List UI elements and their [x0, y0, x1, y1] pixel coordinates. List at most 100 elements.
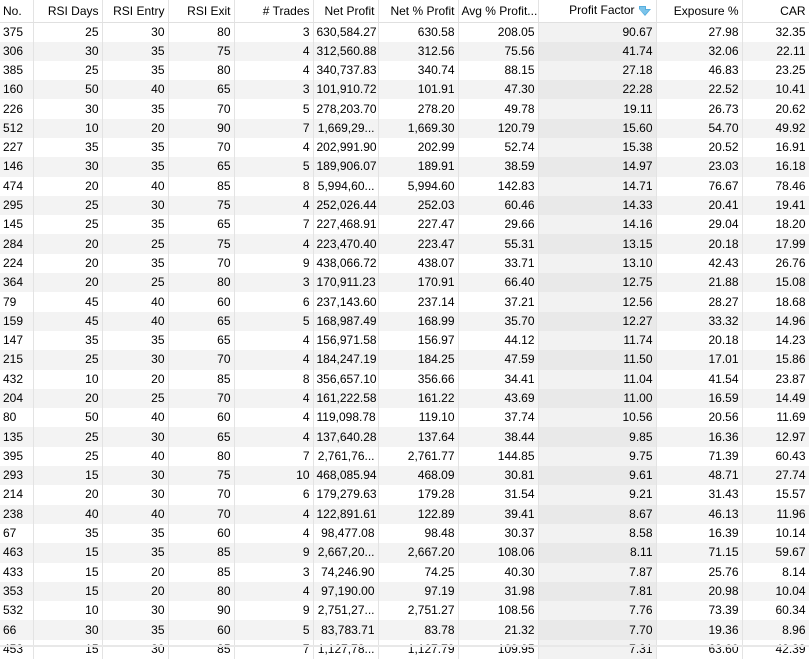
table-cell: 60.46	[458, 195, 539, 216]
table-row[interactable]: 395 25 40 80 7 2,761,76... 2,761.77 144.85 9.75 7…	[0, 446, 809, 467]
table-row[interactable]: 145 25 35 65 7 227,468.91 227.47 29.66 14.16 29.0…	[0, 215, 809, 235]
column-header[interactable]: Profit Factor	[538, 0, 657, 23]
table-cell: 1,127,78...	[313, 639, 379, 659]
table-row[interactable]: 226 30 35 70 5 278,203.70 278.20 49.78 19.11 26.7…	[0, 99, 809, 119]
table-cell: 161.22	[378, 388, 459, 409]
table-row[interactable]: 80 50 40 60 4 119,098.78 119.10 37.74 10.56 20.56…	[0, 408, 809, 428]
table-row[interactable]: 512 10 20 90 7 1,669,29... 1,669.30 120.79 15.60…	[0, 118, 809, 138]
table-cell: 11.69	[742, 408, 809, 428]
column-header[interactable]: CAR	[742, 0, 809, 23]
table-cell: 7	[234, 446, 314, 467]
table-row[interactable]: 214 20 30 70 6 179,279.63 179.28 31.54 9.21 31.43…	[0, 485, 809, 505]
header-row: No. RSI Days RSI Entry RSI Exit # Trades Net …	[0, 0, 809, 23]
table-cell: 15.60	[538, 118, 657, 138]
table-cell: 97.19	[378, 581, 459, 602]
table-row[interactable]: 353 15 20 80 4 97,190.00 97.19 31.98 7.81 20.98 10…	[0, 581, 809, 602]
table-cell: 90.67	[538, 22, 657, 42]
table-row[interactable]: 293 15 30 75 10 468,085.94 468.09 30.81 9.61 48.7…	[0, 466, 809, 486]
table-row[interactable]: 375 25 30 80 3 630,584.27 630.58 208.05 90.67 27.…	[0, 22, 809, 42]
table-cell: 40.30	[458, 562, 539, 582]
table-row[interactable]: 160 50 40 65 3 101,910.72 101.91 47.30 22.28 22.5…	[0, 80, 809, 100]
table-row[interactable]: 147 35 35 65 4 156,971.58 156.97 44.12 11.74 20.1…	[0, 330, 809, 351]
table-cell: 22.52	[656, 80, 743, 100]
table-row[interactable]: 306 30 35 75 4 312,560.88 312.56 75.56 41.74 32.0…	[0, 41, 809, 61]
table-row[interactable]: 385 25 35 80 4 340,737.83 340.74 88.15 27.18 46.8…	[0, 60, 809, 81]
table-row[interactable]: 146 30 35 65 5 189,906.07 189.91 38.59 14.97 23.0…	[0, 157, 809, 177]
table-cell: 85	[168, 562, 235, 582]
column-header[interactable]: No.	[0, 0, 34, 23]
table-cell: 75	[168, 195, 235, 216]
table-cell: 37.74	[458, 408, 539, 428]
table-row[interactable]: 295 25 30 75 4 252,026.44 252.03 60.46 14.33 20.4…	[0, 195, 809, 216]
table-cell: 35	[33, 330, 103, 351]
table-cell: 35	[102, 41, 169, 61]
table-cell: 237,143.60	[313, 292, 379, 312]
table-cell: 16.36	[656, 427, 743, 447]
table-cell: 2,751,27...	[313, 601, 379, 621]
table-row[interactable]: 238 40 40 70 4 122,891.61 122.89 39.41 8.67 46.13…	[0, 504, 809, 524]
table-cell: 80	[168, 273, 235, 293]
table-row[interactable]: 284 20 25 75 4 223,470.40 223.47 55.31 13.15 20.1…	[0, 234, 809, 254]
table-row[interactable]: 433 15 20 85 3 74,246.90 74.25 40.30 7.87 25.76 8.…	[0, 562, 809, 582]
table-row[interactable]: 364 20 25 80 3 170,911.23 170.91 66.40 12.75 21.8…	[0, 273, 809, 293]
table-row[interactable]: 532 10 30 90 9 2,751,27... 2,751.27 108.56 7.76 7…	[0, 601, 809, 621]
table-row[interactable]: 67 35 35 60 4 98,477.08 98.48 30.37 8.58 16.39 10.…	[0, 523, 809, 544]
column-header[interactable]: Avg % Profit...	[458, 0, 539, 23]
table-row[interactable]: 463 15 35 85 9 2,667,20... 2,667.20 108.06 8.11 7…	[0, 543, 809, 563]
table-cell: 40	[102, 408, 169, 428]
table-cell: 25	[33, 215, 103, 235]
column-header-label: # Trades	[262, 3, 310, 18]
table-cell: 46.83	[656, 60, 743, 81]
table-cell: 215	[0, 350, 34, 370]
table-cell: 252,026.44	[313, 195, 379, 216]
table-cell: 474	[0, 176, 34, 196]
column-header[interactable]: RSI Days	[33, 0, 103, 23]
table-cell: 168.99	[378, 311, 459, 331]
table-row[interactable]: 204 20 25 70 4 161,222.58 161.22 43.69 11.00 16.5…	[0, 388, 809, 409]
table-cell: 2,761.77	[378, 446, 459, 467]
column-header[interactable]: RSI Entry	[102, 0, 169, 23]
table-cell: 3	[234, 562, 314, 582]
column-header[interactable]: Net % Profit	[378, 0, 459, 23]
table-cell: 40	[102, 292, 169, 312]
table-cell: 33.32	[656, 311, 743, 331]
table-row[interactable]: 215 25 30 70 4 184,247.19 184.25 47.59 11.50 17.0…	[0, 350, 809, 370]
table-cell: 433	[0, 562, 34, 582]
table-cell: 25	[33, 22, 103, 42]
table-cell: 10.14	[742, 523, 809, 544]
column-header[interactable]: # Trades	[234, 0, 314, 23]
column-header[interactable]: Exposure %	[656, 0, 743, 23]
table-cell: 40	[102, 176, 169, 196]
table-cell: 208.05	[458, 22, 539, 42]
table-cell: 25	[33, 350, 103, 370]
table-row[interactable]: 159 45 40 65 5 168,987.49 168.99 35.70 12.27 33.3…	[0, 311, 809, 331]
table-cell: 385	[0, 60, 34, 81]
table-cell: 75	[168, 466, 235, 486]
table-cell: 28.27	[656, 292, 743, 312]
table-row[interactable]: 66 30 35 60 5 83,783.71 83.78 21.32 7.70 19.36 8.9…	[0, 620, 809, 640]
table-cell: 98.48	[378, 523, 459, 544]
table-row[interactable]: 135 25 30 65 4 137,640.28 137.64 38.44 9.85 16.36…	[0, 427, 809, 447]
column-header[interactable]: RSI Exit	[168, 0, 235, 23]
table-row[interactable]: 224 20 35 70 9 438,066.72 438.07 33.71 13.10 42.4…	[0, 253, 809, 274]
table-row[interactable]: 474 20 40 85 8 5,994,60... 5,994.60 142.83 14.71…	[0, 176, 809, 196]
table-cell: 5	[234, 99, 314, 119]
table-cell: 340,737.83	[313, 60, 379, 81]
table-cell: 83,783.71	[313, 620, 379, 640]
table-cell: 160	[0, 80, 34, 100]
table-cell: 30	[33, 99, 103, 119]
table-cell: 5	[234, 311, 314, 331]
table-row[interactable]: 432 10 20 85 8 356,657.10 356.66 34.41 11.04 41.5…	[0, 369, 809, 389]
table-cell: 35	[102, 157, 169, 177]
table-cell: 3	[234, 273, 314, 293]
table-cell: 65	[168, 330, 235, 351]
table-cell: 23.03	[656, 157, 743, 177]
table-cell: 35	[102, 99, 169, 119]
table-cell: 3	[234, 22, 314, 42]
table-row[interactable]: 453 15 30 85 7 1,127,78... 1,127.79 109.95 7.31 6…	[0, 639, 809, 659]
table-row[interactable]: 227 35 35 70 4 202,991.90 202.99 52.74 15.38 20.5…	[0, 137, 809, 158]
table-cell: 227.47	[378, 215, 459, 235]
table-cell: 278,203.70	[313, 99, 379, 119]
column-header[interactable]: Net Profit	[313, 0, 379, 23]
table-row[interactable]: 79 45 40 60 6 237,143.60 237.14 37.21 12.56 28.27…	[0, 292, 809, 312]
